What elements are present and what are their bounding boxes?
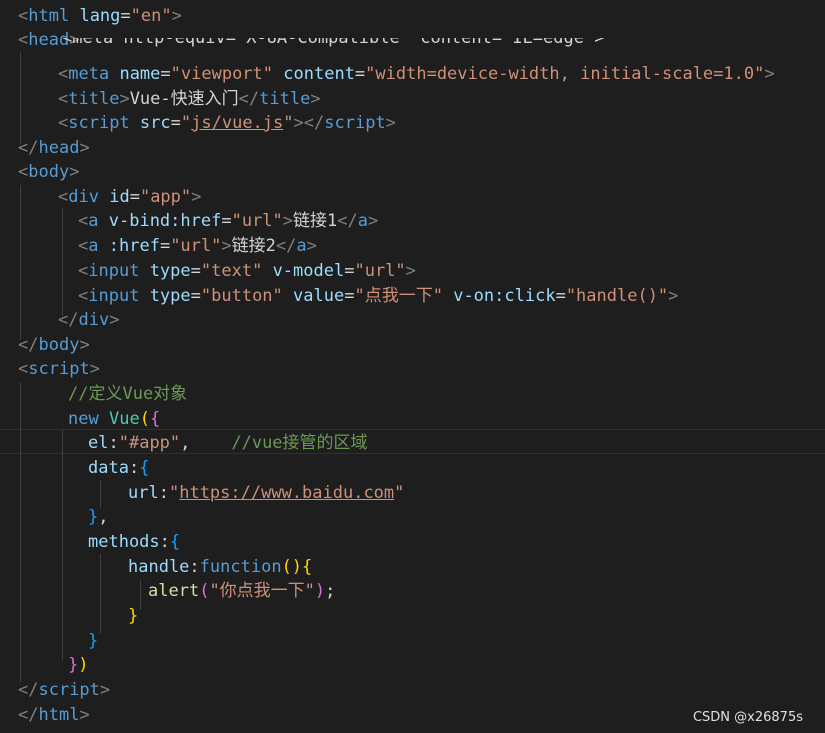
indent-guide [20,52,21,144]
code-line: <input type="text" v-model="url"> [78,261,416,281]
code-line: <html lang="en"> [18,6,182,26]
code-line: <body> [18,162,80,182]
code-line: </script> [18,680,111,700]
code-line: <a :href="url">链接2</a> [78,236,317,256]
indent-guide [140,580,141,610]
code-line: </head> [18,138,90,158]
code-editor[interactable]: <html lang="en"> <head> <meta http-equiv… [0,0,825,733]
code-line: el:"#app", //vue接管的区域 [88,433,368,453]
code-line: <script> [18,359,100,379]
code-line: <a v-bind:href="url">链接1</a> [78,211,379,231]
code-line: new Vue({ [68,409,161,429]
indent-guide [100,480,101,508]
watermark: CSDN @x26875s [692,710,803,725]
code-line: }) [68,655,89,675]
indent-guide [20,382,21,682]
code-line: methods:{ [88,532,181,552]
code-line: <div id="app"> [58,187,202,207]
code-line: </div> [58,310,120,330]
code-line: url:"https://www.baidu.com" [128,483,405,503]
code-line: alert("你点我一下"); [148,581,336,601]
code-line: } [128,606,139,626]
code-line: <input type="button" value="点我一下" v-on:c… [78,286,679,306]
indent-guide [20,185,21,340]
code-line: data:{ [88,458,150,478]
script-src-link[interactable]: js/vue.js [191,113,283,133]
code-line: }, [88,507,109,527]
indent-guide [62,430,63,660]
code-line: </body> [18,335,90,355]
url-value-link[interactable]: https://www.baidu.com [179,483,394,503]
code-line: handle:function(){ [128,557,313,577]
code-line: <script src="js/vue.js"></script> [58,113,396,133]
code-line: </html> [18,705,90,725]
code-line: //定义Vue对象 [68,384,188,404]
indent-guide [100,554,101,634]
code-line: } [88,631,99,651]
code-line: <meta name="viewport" content="width=dev… [58,64,775,84]
code-line: <title>Vue-快速入门</title> [58,89,321,109]
indent-guide [62,208,63,316]
code-line-clipped: <meta http-equiv="X-UA-Compatible" conte… [62,38,605,48]
